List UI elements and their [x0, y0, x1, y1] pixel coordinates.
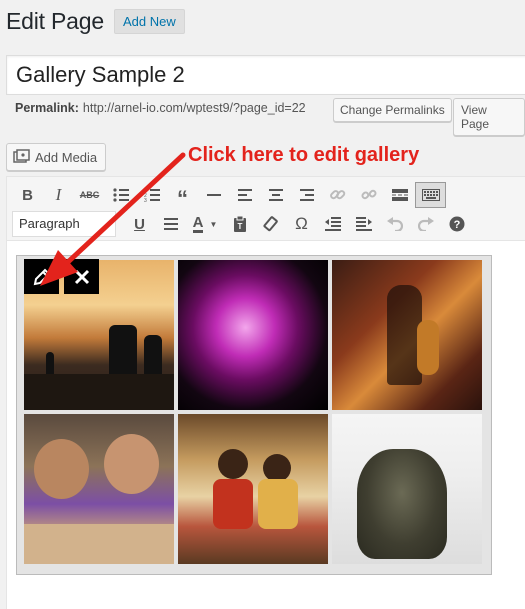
- toolbar-toggle-icon[interactable]: [415, 182, 446, 208]
- outdent-icon[interactable]: [317, 211, 348, 237]
- media-icon: [13, 149, 31, 165]
- align-left-icon[interactable]: [229, 182, 260, 208]
- view-page-button[interactable]: View Page: [453, 98, 525, 136]
- undo-icon[interactable]: [379, 211, 410, 237]
- women-photo: [178, 414, 328, 564]
- bullet-list-icon[interactable]: [105, 182, 136, 208]
- family-photo: [24, 414, 174, 564]
- italic-icon[interactable]: I: [43, 182, 74, 208]
- strikethrough-icon[interactable]: ABC: [74, 182, 105, 208]
- horizontal-rule-icon[interactable]: [198, 182, 229, 208]
- read-more-icon[interactable]: [384, 182, 415, 208]
- align-center-icon[interactable]: [260, 182, 291, 208]
- special-character-icon[interactable]: Ω: [286, 211, 317, 237]
- toolbar-row-1: B I ABC 123 “: [12, 182, 446, 210]
- gallery-tools: [24, 259, 99, 294]
- justify-icon[interactable]: [155, 211, 186, 237]
- help-icon[interactable]: ?: [441, 211, 472, 237]
- underline-icon[interactable]: U: [124, 211, 155, 237]
- permalink-url[interactable]: http://arnel-io.com/wptest9/?page_id=22: [83, 101, 306, 115]
- post-title-input[interactable]: Gallery Sample 2: [6, 55, 525, 95]
- edit-gallery-icon[interactable]: [24, 259, 59, 294]
- indent-icon[interactable]: [348, 211, 379, 237]
- page-header: Edit Page Add New: [6, 8, 185, 35]
- align-right-icon[interactable]: [291, 182, 322, 208]
- blockquote-icon[interactable]: “: [167, 182, 198, 210]
- editor-toolbar: B I ABC 123 “ Paragraph U A ▼ T Ω ?: [7, 177, 525, 241]
- bold-icon[interactable]: B: [12, 182, 43, 208]
- svg-text:?: ?: [453, 219, 460, 231]
- unlink-icon[interactable]: [353, 182, 384, 208]
- add-media-label: Add Media: [35, 149, 98, 165]
- remove-gallery-icon[interactable]: [64, 259, 99, 294]
- guitarist-photo: [332, 260, 482, 410]
- text-color-icon[interactable]: A ▼: [186, 211, 224, 237]
- add-media-button[interactable]: Add Media: [6, 143, 107, 171]
- svg-text:T: T: [237, 222, 242, 231]
- numbered-list-icon[interactable]: 123: [136, 182, 167, 208]
- link-icon[interactable]: [322, 182, 353, 208]
- redo-icon[interactable]: [410, 211, 441, 237]
- format-select[interactable]: Paragraph: [12, 211, 116, 237]
- clear-formatting-icon[interactable]: [255, 211, 286, 237]
- gallery-block[interactable]: [16, 255, 492, 575]
- toolbar-row-2: Paragraph U A ▼ T Ω ?: [12, 211, 472, 237]
- permalink-row: Permalink: http://arnel-io.com/wptest9/?…: [15, 101, 306, 115]
- statue-photo: [332, 414, 482, 564]
- paste-text-icon[interactable]: T: [224, 211, 255, 237]
- callout-text: Click here to edit gallery: [188, 144, 420, 166]
- change-permalinks-button[interactable]: Change Permalinks: [333, 98, 452, 122]
- permalink-label: Permalink:: [15, 101, 79, 115]
- svg-text:3: 3: [144, 198, 147, 202]
- add-new-button[interactable]: Add New: [113, 9, 185, 34]
- orchid-photo: [178, 260, 328, 410]
- page-title: Edit Page: [6, 8, 104, 34]
